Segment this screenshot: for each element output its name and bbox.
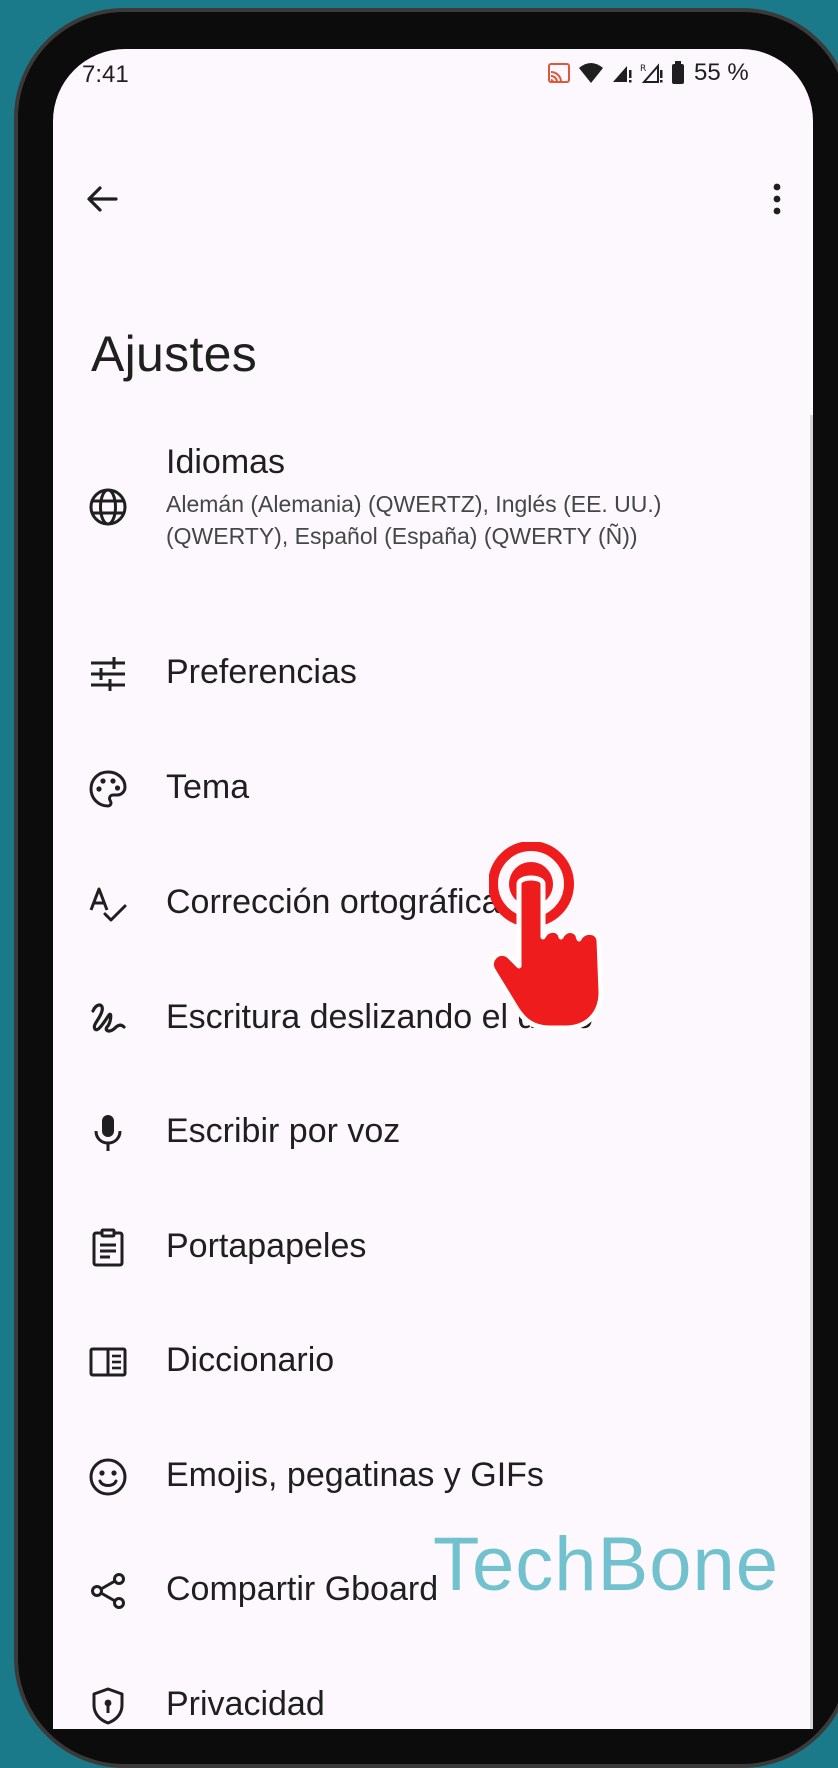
- setting-label: Corrección ortográfica: [166, 883, 501, 921]
- watermark: TechBone: [433, 1522, 780, 1607]
- status-icons: R 55 %: [547, 59, 749, 87]
- setting-label: Preferencias: [166, 653, 357, 691]
- setting-label: Compartir Gboard: [166, 1570, 439, 1608]
- more-vert-icon: [773, 183, 781, 215]
- status-time: 7:41: [82, 61, 129, 88]
- clipboard-icon: [87, 1227, 129, 1269]
- setting-label: Portapapeles: [166, 1227, 367, 1265]
- gesture-icon: [87, 998, 129, 1040]
- tap-hand-icon: [489, 842, 604, 1031]
- setting-theme[interactable]: Tema: [53, 768, 753, 848]
- setting-languages[interactable]: Idiomas Alemán (Alemania) (QWERTZ), Ingl…: [53, 441, 753, 601]
- spellcheck-icon: [87, 883, 129, 925]
- setting-privacy[interactable]: Privacidad: [53, 1685, 753, 1729]
- tune-icon: [87, 653, 129, 695]
- setting-label: Tema: [166, 768, 250, 806]
- signal-icon: [611, 62, 633, 84]
- setting-spellcheck[interactable]: Corrección ortográfica: [53, 883, 753, 963]
- setting-summary: Alemán (Alemania) (QWERTZ), Inglés (EE. …: [166, 491, 662, 549]
- setting-glide-typing[interactable]: Escritura deslizando el dedo: [53, 998, 753, 1078]
- wifi-icon: [578, 62, 604, 84]
- setting-label: Emojis, pegatinas y GIFs: [166, 1456, 544, 1494]
- page-title: Ajustes: [91, 326, 258, 382]
- setting-clipboard[interactable]: Portapapeles: [53, 1227, 753, 1307]
- arrow-back-icon: [87, 186, 118, 212]
- mic-icon: [87, 1112, 129, 1154]
- screen: 7:41 R 55 % Ajustes Idiomas Alemán (Alem…: [53, 49, 813, 1729]
- dictionary-icon: [87, 1341, 129, 1383]
- battery-icon: [671, 61, 685, 85]
- scrollbar[interactable]: [810, 415, 813, 1729]
- emoji-icon: [87, 1456, 129, 1498]
- setting-label: Escribir por voz: [166, 1112, 401, 1150]
- setting-preferences[interactable]: Preferencias: [53, 653, 753, 733]
- top-app-bar: [53, 159, 813, 239]
- setting-voice-typing[interactable]: Escribir por voz: [53, 1112, 753, 1192]
- status-bar: 7:41 R 55 %: [53, 49, 813, 97]
- svg-text:R: R: [640, 64, 646, 74]
- setting-dictionary[interactable]: Diccionario: [53, 1341, 753, 1421]
- share-icon: [87, 1570, 129, 1612]
- palette-icon: [87, 768, 129, 810]
- setting-label: Privacidad: [166, 1685, 325, 1723]
- more-options-button[interactable]: [753, 175, 801, 223]
- signal-roaming-icon: R: [640, 62, 664, 84]
- globe-icon: [87, 486, 129, 528]
- battery-percent: 55 %: [694, 59, 749, 86]
- setting-label: Diccionario: [166, 1341, 335, 1379]
- shield-icon: [87, 1685, 129, 1727]
- back-button[interactable]: [78, 175, 126, 223]
- cast-icon: [547, 62, 571, 84]
- setting-label: Idiomas: [166, 443, 286, 481]
